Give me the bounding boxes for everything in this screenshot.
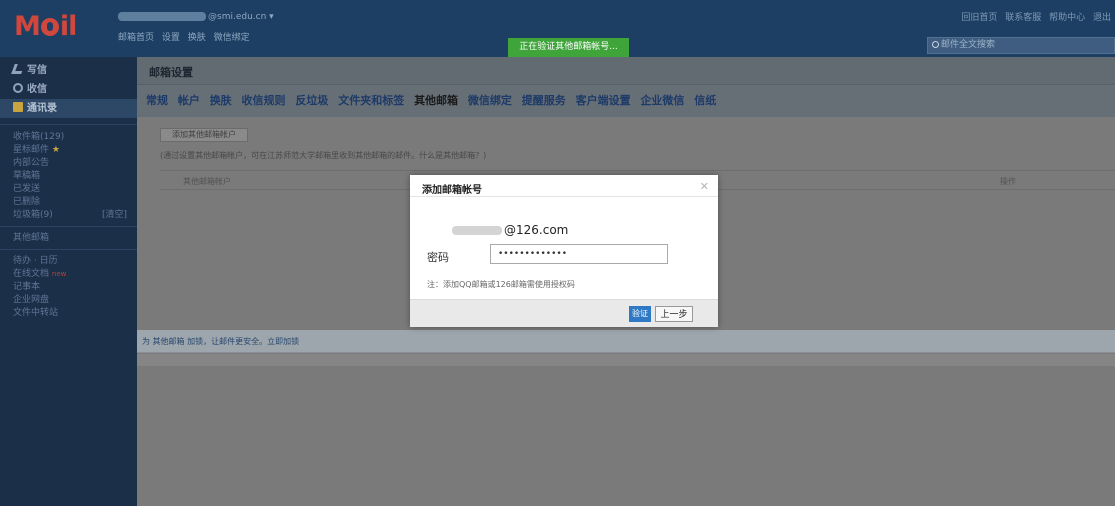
link-logout[interactable]: 退出 xyxy=(1093,13,1111,23)
folder-notepad[interactable]: 记事本 xyxy=(0,282,137,293)
tab-receive-rules[interactable]: 收信规则 xyxy=(242,94,286,107)
top-link-home[interactable]: 邮箱首页 xyxy=(118,33,154,43)
folder-inbox[interactable]: 收件箱(129) xyxy=(0,132,137,143)
folder-deleted[interactable]: 已删除 xyxy=(0,197,137,208)
folder-drafts[interactable]: 草稿箱 xyxy=(0,171,137,182)
redacted-text xyxy=(452,226,502,235)
top-nav-links: 邮箱首页 设置 换肤 微信绑定 xyxy=(118,30,255,43)
tab-skin[interactable]: 换肤 xyxy=(210,94,232,107)
tab-other-mailboxes[interactable]: 其他邮箱 xyxy=(414,94,458,107)
col-account: 其他邮箱帐户 xyxy=(183,177,231,186)
tab-reminders[interactable]: 提醒服务 xyxy=(522,94,566,107)
add-mailbox-description: (通过设置其他邮箱帐户，可在江苏师范大学邮箱里收到其他邮箱的邮件。什么是其他邮箱… xyxy=(160,151,487,160)
verify-button[interactable]: 验证 xyxy=(629,306,651,322)
redacted-text xyxy=(118,12,206,21)
dialog-title: 添加邮箱帐号 xyxy=(422,185,482,196)
pencil-icon xyxy=(11,64,25,74)
folder-spam[interactable]: 垃圾箱(9) [清空] xyxy=(0,210,137,221)
sidebar: 写信 收信 通讯录 收件箱(129) 星标邮件 ★ 内部公告 草稿箱 已发送 已… xyxy=(0,57,137,506)
tab-client-settings[interactable]: 客户端设置 xyxy=(576,94,631,107)
settings-title-bar: 邮箱设置 xyxy=(137,57,1115,85)
top-header: Mil @smi.edu.cn ▾ 邮箱首页 设置 换肤 微信绑定 正在验证其他… xyxy=(0,0,1115,57)
sidebar-item-contacts[interactable]: 通讯录 xyxy=(0,99,137,118)
password-field[interactable]: ••••••••••••• xyxy=(490,244,668,264)
auth-code-note: 注：添加QQ邮箱或126邮箱需使用授权码 xyxy=(427,280,575,289)
close-icon[interactable]: ✕ xyxy=(700,180,709,193)
top-right-links: 回旧首页 联系客服 帮助中心 退出 xyxy=(956,10,1111,23)
tab-wechat-binding[interactable]: 微信绑定 xyxy=(468,94,512,107)
link-old-home[interactable]: 回旧首页 xyxy=(961,13,997,23)
tab-folders-labels[interactable]: 文件夹和标签 xyxy=(338,94,404,107)
folder-sent[interactable]: 已发送 xyxy=(0,184,137,195)
page-title: 邮箱设置 xyxy=(149,66,193,79)
link-support[interactable]: 联系客服 xyxy=(1005,13,1041,23)
folder-netdisk[interactable]: 企业网盘 xyxy=(0,295,137,306)
sidebar-item-compose[interactable]: 写信 xyxy=(0,61,137,80)
col-operation: 操作 xyxy=(1000,177,1016,186)
folder-todo-calendar[interactable]: 待办 · 日历 xyxy=(0,256,137,267)
tab-wework[interactable]: 企业微信 xyxy=(640,94,684,107)
top-link-settings[interactable]: 设置 xyxy=(162,33,180,43)
folder-starred[interactable]: 星标邮件 ★ xyxy=(0,145,137,156)
dialog-header: 添加邮箱帐号 ✕ xyxy=(410,175,718,197)
logo-mark-icon xyxy=(40,18,59,36)
settings-tabs-bar: 常规 帐户 换肤 收信规则 反垃圾 文件夹和标签 其他邮箱 微信绑定 提醒服务 … xyxy=(137,85,1115,117)
top-link-wechat[interactable]: 微信绑定 xyxy=(214,33,250,43)
app-logo[interactable]: Mil xyxy=(14,11,77,42)
previous-step-button[interactable]: 上一步 xyxy=(655,306,693,322)
sidebar-item-receive[interactable]: 收信 xyxy=(0,80,137,99)
tab-antispam[interactable]: 反垃圾 xyxy=(295,94,328,107)
add-mailbox-dialog: 添加邮箱帐号 ✕ @126.com 密码 ••••••••••••• 注：添加Q… xyxy=(410,175,718,327)
new-badge: new xyxy=(51,270,67,278)
top-link-skin[interactable]: 换肤 xyxy=(188,33,206,43)
dialog-footer: 验证 上一步 xyxy=(410,299,718,327)
password-label: 密码 xyxy=(427,251,449,264)
folder-file-transfer[interactable]: 文件中转站 xyxy=(0,308,137,319)
search-input[interactable]: 邮件全文搜索 xyxy=(927,37,1115,54)
content-lower-area xyxy=(137,354,1115,506)
star-icon: ★ xyxy=(51,145,60,155)
tab-general[interactable]: 常规 xyxy=(146,94,168,107)
tab-account[interactable]: 帐户 xyxy=(178,94,200,107)
add-other-mailbox-button[interactable]: 添加其他邮箱帐户 xyxy=(160,128,248,142)
folder-online-docs[interactable]: 在线文档 new xyxy=(0,269,137,280)
folder-other-mailboxes[interactable]: 其他邮箱 xyxy=(0,233,137,244)
link-help[interactable]: 帮助中心 xyxy=(1049,13,1085,23)
user-email: @smi.edu.cn ▾ xyxy=(118,12,274,22)
lock-promo-bar: 为 其他邮箱 加锁，让邮件更安全。立即加锁 xyxy=(137,330,1115,353)
empty-spam-link[interactable]: [清空] xyxy=(102,210,127,221)
tab-stationery[interactable]: 信纸 xyxy=(694,94,716,107)
email-address: @126.com xyxy=(452,223,568,237)
folder-announcements[interactable]: 内部公告 xyxy=(0,158,137,169)
contacts-icon xyxy=(13,102,23,112)
inbox-icon xyxy=(13,83,23,93)
verify-status-banner: 正在验证其他邮箱帐号... xyxy=(508,38,629,57)
lock-promo-link[interactable]: 为 其他邮箱 加锁，让邮件更安全。立即加锁 xyxy=(142,336,299,347)
search-icon xyxy=(932,41,939,48)
